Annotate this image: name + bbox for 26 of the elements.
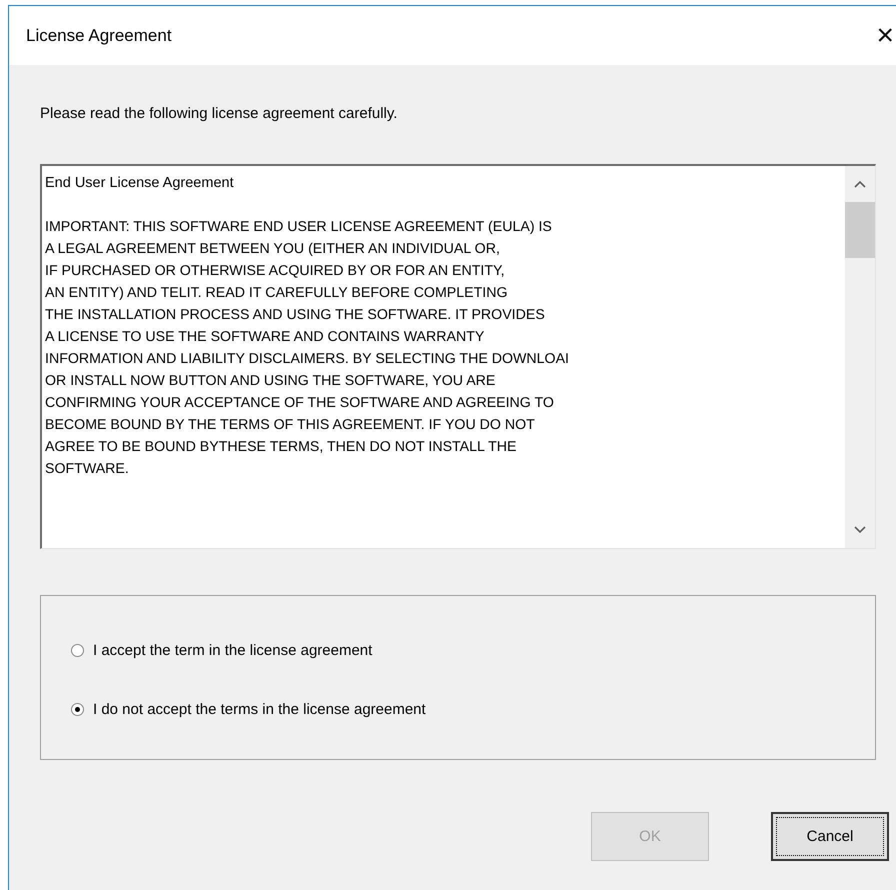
close-button[interactable]: × bbox=[876, 20, 896, 50]
scroll-bar[interactable] bbox=[845, 166, 875, 548]
license-heading: End User License Agreement bbox=[45, 174, 235, 193]
license-text-line: A LEGAL AGREEMENT BETWEEN YOU (EITHER AN INDIVIDUAL OR, bbox=[45, 240, 501, 259]
license-text-line: A LICENSE TO USE THE SOFTWARE AND CONTAINS WARRANTY bbox=[45, 328, 486, 347]
license-text-line: IF PURCHASED OR OTHERWISE ACQUIRED BY OR FOR AN ENTITY, bbox=[45, 262, 506, 281]
radio-button[interactable] bbox=[71, 644, 84, 657]
scroll-down-icon[interactable] bbox=[854, 526, 866, 534]
instruction-text: Please read the following license agreement carefully. bbox=[40, 105, 398, 122]
license-text-line: THE INSTALLATION PROCESS AND USING THE SOFTWARE. IT PROVIDES bbox=[45, 306, 546, 325]
scroll-thumb[interactable] bbox=[845, 202, 875, 258]
license-text-line: OR INSTALL NOW BUTTON AND USING THE SOFTWARE, YOU ARE bbox=[45, 372, 496, 391]
license-text-line: IMPORTANT: THIS SOFTWARE END USER LICENSE AGREEMENT (EULA) IS bbox=[45, 218, 553, 237]
dialog-button[interactable]: Cancel bbox=[771, 812, 889, 861]
license-text-line: AGREE TO BE BOUND BYTHESE TERMS, THEN DO NOT INSTALL THE bbox=[45, 438, 518, 457]
license-text-box[interactable] bbox=[40, 164, 876, 549]
radio-button[interactable] bbox=[71, 703, 84, 716]
license-text-line: SOFTWARE. bbox=[45, 460, 130, 479]
window-title: License Agreement bbox=[26, 26, 172, 46]
license-text-line: BECOME BOUND BY THE TERMS OF THIS AGREEMENT. IF YOU DO NOT bbox=[45, 416, 536, 435]
radio-label[interactable]: I accept the term in the license agreement bbox=[93, 642, 372, 659]
radio-label[interactable]: I do not accept the terms in the license agreement bbox=[93, 701, 426, 718]
license-text-line: INFORMATION AND LIABILITY DISCLAIMERS. BY SELECTING THE DOWNLOAI bbox=[45, 350, 570, 369]
license-text-line: AN ENTITY) AND TELIT. READ IT CAREFULLY BEFORE COMPLETING bbox=[45, 284, 508, 303]
license-text-line: CONFIRMING YOUR ACCEPTANCE OF THE SOFTWARE AND AGREEING TO bbox=[45, 394, 555, 413]
scroll-up-icon[interactable] bbox=[854, 180, 866, 188]
